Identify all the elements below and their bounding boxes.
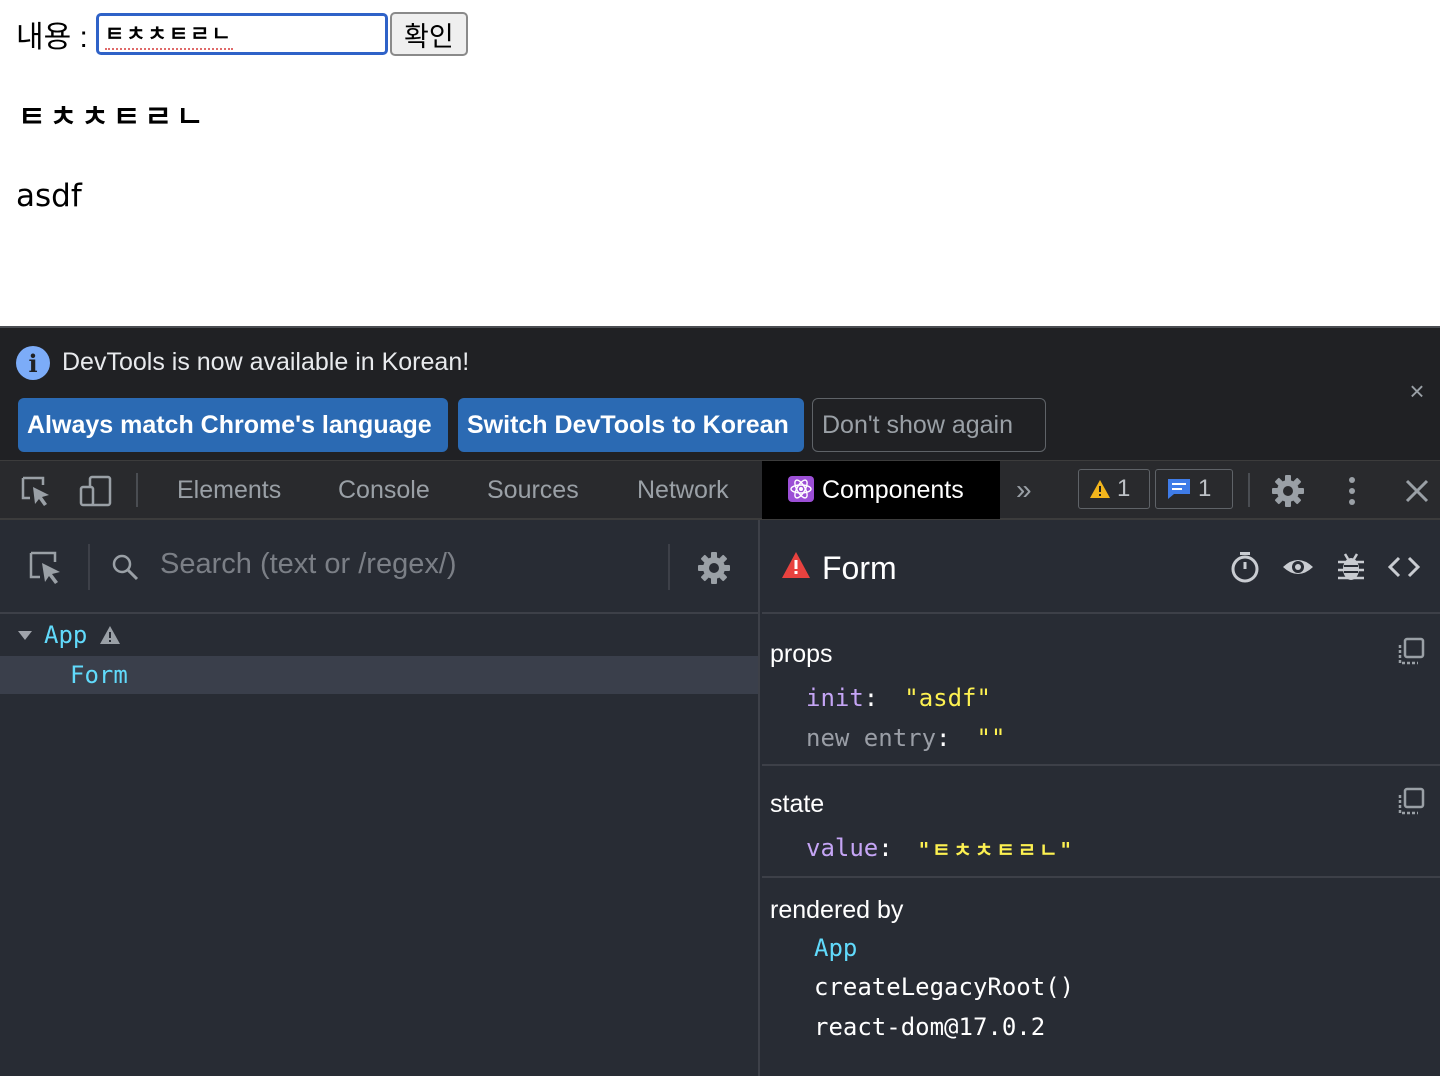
prop-row-new-entry[interactable]: new entry: "": [806, 724, 1005, 752]
tree-search-bar: Search (text or /regex/): [0, 520, 758, 614]
tree-item-label: Form: [70, 661, 128, 689]
content-form: 내용 : ㅌㅊㅊㅌㄹㄴ 확인: [16, 12, 468, 56]
more-options-icon[interactable]: [1334, 473, 1370, 509]
value-display: ㅌㅊㅊㅌㄹㄴ: [18, 100, 208, 135]
tab-components[interactable]: Components: [762, 461, 1000, 519]
rendered-by-root: createLegacyRoot(): [814, 973, 1075, 1001]
prop-value[interactable]: "": [977, 724, 1006, 752]
rendered-by-app-link[interactable]: App: [814, 934, 857, 962]
warning-icon: [1090, 480, 1110, 498]
devtools-panel: i DevTools is now available in Korean! ×…: [0, 326, 1440, 1076]
bug-icon[interactable]: [1334, 550, 1368, 584]
inspector-header: Form: [762, 520, 1440, 614]
state-row-value[interactable]: value: "ㅌㅊㅊㅌㄹㄴ": [806, 834, 1074, 863]
component-tree-panel: Search (text or /regex/) App Form: [0, 520, 760, 1076]
search-divider: [668, 544, 670, 590]
props-section: props init: "asdf" new entry: "": [762, 616, 1440, 766]
tree-search-input[interactable]: Search (text or /regex/): [160, 548, 457, 581]
settings-gear-icon[interactable]: [1270, 473, 1306, 509]
view-source-icon[interactable]: [1387, 550, 1421, 584]
page-viewport: 내용 : ㅌㅊㅊㅌㄹㄴ 확인 ㅌㅊㅊㅌㄹㄴ asdf: [0, 0, 1440, 326]
language-infobar: i DevTools is now available in Korean! ×…: [0, 328, 1440, 460]
devtools-tabbar: Elements Console Sources Network Compone…: [0, 460, 1440, 520]
message-icon: [1168, 479, 1190, 499]
more-tabs-icon[interactable]: »: [1016, 474, 1032, 506]
tree-item-form[interactable]: Form: [0, 656, 758, 694]
prop-row-init[interactable]: init: "asdf": [806, 684, 991, 712]
content-input[interactable]: ㅌㅊㅊㅌㄹㄴ: [95, 13, 388, 55]
prop-key: new entry: [806, 724, 937, 752]
state-value[interactable]: "ㅌㅊㅊㅌㄹㄴ": [919, 834, 1074, 863]
react-icon: [788, 476, 814, 502]
state-key: value: [806, 834, 879, 862]
dont-show-again-button[interactable]: Don't show again: [812, 398, 1046, 452]
close-devtools-icon[interactable]: [1399, 473, 1435, 509]
toolbar-divider: [1248, 473, 1250, 507]
init-display: asdf: [16, 178, 82, 214]
confirm-button[interactable]: 확인: [389, 12, 468, 56]
tab-sources[interactable]: Sources: [487, 461, 579, 519]
select-element-icon[interactable]: [28, 550, 64, 586]
messages-count: 1: [1198, 475, 1212, 502]
eye-icon[interactable]: [1281, 550, 1315, 584]
warnings-badge[interactable]: 1: [1078, 469, 1150, 509]
info-icon: i: [16, 346, 50, 380]
rendered-by-title: rendered by: [770, 896, 904, 924]
state-title: state: [770, 790, 825, 818]
prop-value[interactable]: "asdf": [904, 684, 991, 712]
caret-down-icon[interactable]: [18, 630, 32, 640]
inspector-title: Form: [822, 550, 897, 586]
rendered-by-renderer: react-dom@17.0.2: [814, 1013, 1046, 1041]
inspect-element-icon[interactable]: [18, 473, 54, 509]
tree-item-label: App: [44, 621, 88, 649]
infobar-message: DevTools is now available in Korean!: [62, 348, 470, 376]
search-divider: [88, 544, 90, 590]
always-match-language-button[interactable]: Always match Chrome's language: [18, 398, 448, 452]
tab-components-label: Components: [822, 475, 964, 504]
props-title: props: [770, 640, 833, 668]
component-inspector: Form props init: "asdf" new entry: "" …: [762, 520, 1440, 1076]
content-label: 내용 :: [16, 21, 88, 54]
state-section: state value: "ㅌㅊㅊㅌㄹㄴ": [762, 766, 1440, 878]
warning-icon: [100, 626, 120, 644]
rendered-by-section: rendered by App createLegacyRoot() react…: [762, 878, 1440, 1076]
infobar-close-icon[interactable]: ×: [1404, 378, 1430, 404]
content-input-value: ㅌㅊㅊㅌㄹㄴ: [104, 18, 233, 50]
tree-settings-gear-icon[interactable]: [696, 550, 732, 586]
tab-network[interactable]: Network: [637, 461, 729, 519]
messages-badge[interactable]: 1: [1155, 469, 1233, 509]
copy-icon[interactable]: [1396, 636, 1426, 666]
switch-to-korean-button[interactable]: Switch DevTools to Korean: [458, 398, 804, 452]
prop-colon: :: [936, 724, 951, 752]
tab-elements[interactable]: Elements: [177, 461, 281, 519]
device-toolbar-icon[interactable]: [78, 473, 114, 509]
warnings-count: 1: [1117, 475, 1131, 502]
search-icon: [112, 554, 139, 581]
prop-colon: :: [863, 684, 879, 712]
prop-colon: :: [878, 834, 893, 862]
tree-item-app[interactable]: App: [0, 616, 758, 654]
stopwatch-icon[interactable]: [1228, 550, 1262, 584]
warning-icon: [782, 552, 810, 578]
tab-console[interactable]: Console: [338, 461, 430, 519]
prop-key: init: [806, 684, 864, 712]
copy-icon[interactable]: [1396, 786, 1426, 816]
toolbar-divider: [136, 473, 138, 507]
